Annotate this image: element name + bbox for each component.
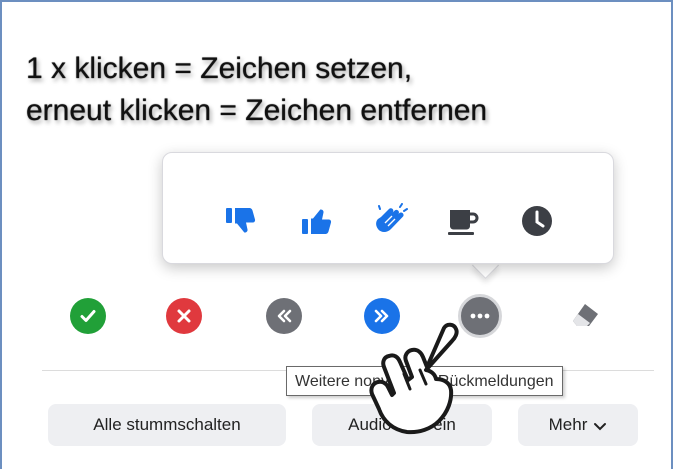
yes-check-icon[interactable] xyxy=(70,298,106,334)
clock-icon[interactable] xyxy=(517,201,557,241)
slower-icon[interactable] xyxy=(266,298,302,334)
more-button-label: Mehr xyxy=(548,415,588,434)
thumbs-up-icon[interactable] xyxy=(297,201,337,241)
mute-all-button[interactable]: Alle stummschalten xyxy=(48,404,286,446)
nonverbal-feedback-popup xyxy=(162,152,614,264)
no-x-icon[interactable] xyxy=(166,298,202,334)
instruction-line-2: erneut klicken = Zeichen entfernen xyxy=(26,94,488,127)
hand-cursor-icon xyxy=(369,322,459,435)
eraser-icon[interactable] xyxy=(568,298,604,334)
coffee-cup-icon[interactable] xyxy=(443,201,483,241)
more-button[interactable]: Mehr xyxy=(518,404,638,446)
clapping-hands-icon[interactable] xyxy=(371,201,411,241)
instruction-line-1: 1 x klicken = Zeichen setzen, xyxy=(26,52,413,85)
thumbs-down-icon[interactable] xyxy=(221,201,261,241)
chevron-down-icon xyxy=(593,405,607,447)
